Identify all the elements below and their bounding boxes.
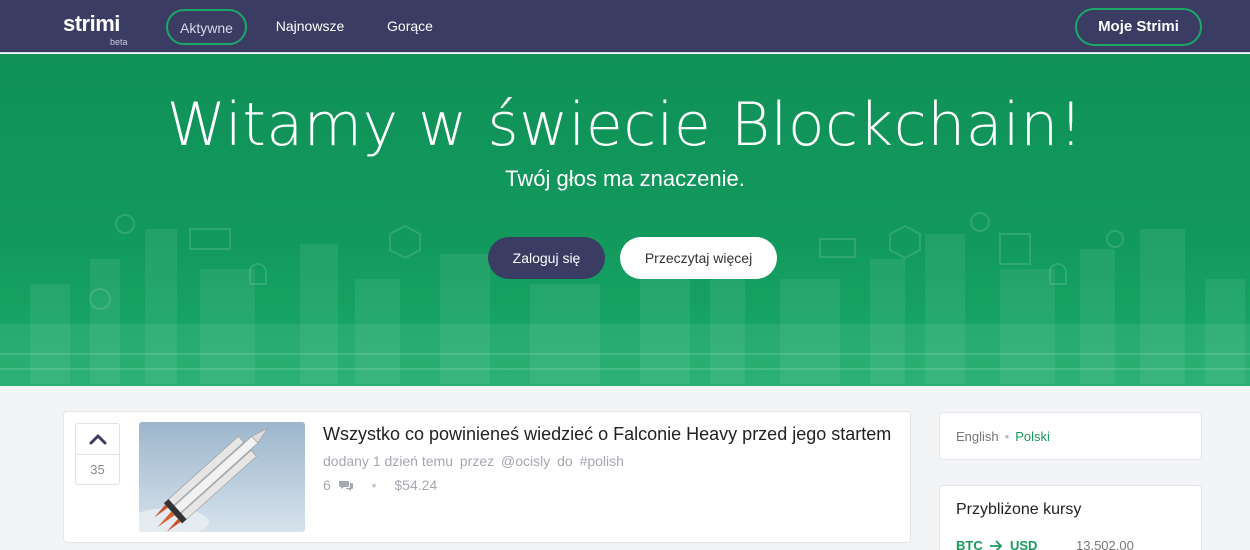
beta-badge: beta xyxy=(110,37,128,47)
tab-gorace[interactable]: Gorące xyxy=(374,9,446,45)
vote-widget: 35 xyxy=(75,423,120,485)
rocket-image xyxy=(139,422,305,532)
rate-to: USD xyxy=(1009,538,1038,550)
exchange-rates-panel: Przybliżone kursy BTC USD 13,502.00 xyxy=(939,485,1202,550)
rate-pair: BTC USD xyxy=(956,538,1037,550)
arrow-right-icon xyxy=(990,540,1003,550)
vote-count: 35 xyxy=(90,462,105,477)
language-links: English • Polski xyxy=(956,429,1050,445)
chevron-up-icon xyxy=(89,434,107,445)
comment-count[interactable]: 6 xyxy=(323,477,331,493)
top-navbar: strimi beta Aktywne Najnowsze Gorące Moj… xyxy=(0,0,1250,53)
upvote-button[interactable] xyxy=(76,424,119,455)
language-switcher: English • Polski xyxy=(939,412,1202,460)
login-button[interactable]: Zaloguj się xyxy=(488,237,605,279)
language-polski[interactable]: Polski xyxy=(1015,429,1050,444)
rate-from: BTC xyxy=(956,538,983,550)
tab-aktywne[interactable]: Aktywne xyxy=(166,9,247,45)
language-english[interactable]: English xyxy=(956,429,999,444)
read-more-button[interactable]: Przeczytaj więcej xyxy=(620,237,777,279)
post-thumbnail[interactable] xyxy=(139,422,305,532)
strimi-logo[interactable]: strimi xyxy=(63,11,120,37)
rates-title: Przybliżone kursy xyxy=(956,501,1082,518)
post-tag-link[interactable]: #polish xyxy=(580,453,624,469)
comments-icon[interactable] xyxy=(338,478,354,496)
post-date: dodany 1 dzień temu xyxy=(323,453,453,469)
post-meta: dodany 1 dzień temu przez @ocisly do #po… xyxy=(323,452,627,470)
separator-dot: • xyxy=(371,477,377,493)
in-label: do xyxy=(557,453,573,469)
hero-banner: Witamy w świecie Blockchain! Twój głos m… xyxy=(0,54,1250,386)
post-payout: $54.24 xyxy=(394,477,438,493)
my-strimi-button[interactable]: Moje Strimi xyxy=(1075,8,1202,46)
post-title[interactable]: Wszystko co powinieneś wiedzieć o Falcon… xyxy=(323,423,908,445)
rate-value: 13,502.00 xyxy=(1076,538,1134,550)
post-author-link[interactable]: @ocisly xyxy=(501,453,550,469)
post-card: 35 Wszystko co powinieneś wiedzieć o Fal… xyxy=(63,411,911,543)
language-separator: • xyxy=(1004,429,1010,444)
post-stats: 6 • $54.24 xyxy=(323,476,437,496)
hero-title: Witamy w świecie Blockchain! xyxy=(166,90,1084,160)
hero-subtitle: Twój głos ma znaczenie. xyxy=(505,166,745,191)
by-label: przez xyxy=(459,453,495,469)
tab-najnowsze[interactable]: Najnowsze xyxy=(262,9,358,45)
